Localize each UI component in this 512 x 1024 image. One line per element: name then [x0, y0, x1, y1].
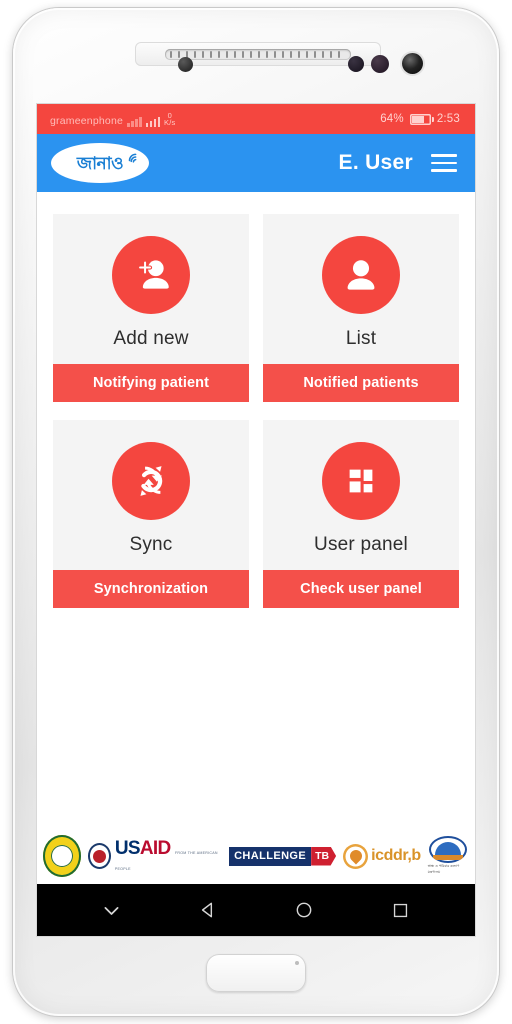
- card-sync-footer[interactable]: Synchronization: [53, 570, 249, 608]
- battery-icon: [410, 114, 435, 125]
- emblem-base-shape: [433, 855, 464, 860]
- status-bar-left: grameenphone 0 K/s: [37, 111, 176, 127]
- data-rate-unit: K/s: [164, 118, 176, 127]
- card-sync-title: Sync: [129, 534, 173, 555]
- physical-home-button[interactable]: [206, 954, 306, 992]
- usaid-word-aid: AID: [139, 837, 171, 859]
- light-sensor: [348, 56, 364, 72]
- earpiece-speaker-grille: [165, 49, 351, 60]
- status-bar: grameenphone 0 K/s 64% 2:53: [37, 104, 475, 134]
- clock-label: 2:53: [436, 113, 460, 125]
- card-list-title: List: [345, 328, 377, 349]
- card-list[interactable]: List Notified patients: [263, 214, 459, 402]
- phone-device-frame: grameenphone 0 K/s 64% 2:53 জানাও E. Use…: [13, 8, 499, 1016]
- android-navigation-bar: [37, 884, 475, 936]
- add-person-icon: [112, 236, 190, 314]
- card-user-panel-body: User panel: [263, 420, 459, 570]
- app-header-bar: জানাও E. User: [37, 134, 475, 192]
- home-circle-icon[interactable]: [283, 889, 325, 931]
- icddrb-mark-icon: [343, 843, 369, 869]
- government-emblem-caption: স্বাস্থ্য ও পরিবার কল্যাণ মন্ত্রণালয়: [427, 864, 460, 874]
- usaid-wordmark: USAID FROM THE AMERICAN PEOPLE: [115, 839, 222, 874]
- card-list-body: List: [263, 214, 459, 364]
- seal-inner-disc: [50, 845, 73, 867]
- card-user-panel[interactable]: User panel Check user panel: [263, 420, 459, 608]
- recents-square-icon[interactable]: [380, 889, 422, 931]
- phone-screen: grameenphone 0 K/s 64% 2:53 জানাও E. Use…: [37, 104, 475, 936]
- challenge-tb-logo: CHALLENGE TB: [229, 846, 337, 866]
- challenge-tb-word-challenge: CHALLENGE: [229, 846, 312, 866]
- back-triangle-icon[interactable]: [187, 889, 229, 931]
- broadcast-wave-icon: [128, 153, 137, 163]
- signal-strength-icon-sim2: [145, 116, 161, 127]
- government-emblem-disc: [429, 836, 468, 863]
- current-user-label: E. User: [338, 151, 413, 174]
- card-user-panel-footer[interactable]: Check user panel: [263, 570, 459, 608]
- government-emblem: স্বাস্থ্য ও পরিবার কল্যাণ মন্ত্রণালয়: [428, 836, 469, 876]
- status-bar-right: 64% 2:53: [380, 113, 475, 125]
- card-add-new-body: Add new: [53, 214, 249, 364]
- carrier-name: grameenphone: [50, 114, 124, 127]
- usaid-word-us: US: [114, 837, 141, 859]
- icddrb-wordmark: icddr,b: [371, 847, 421, 864]
- battery-percent-label: 64%: [380, 113, 404, 125]
- card-add-new-title: Add new: [113, 328, 189, 349]
- icddrb-logo: icddr,b: [343, 843, 421, 869]
- front-camera: [402, 53, 423, 74]
- emblem-dome-shape: [435, 842, 462, 856]
- app-logo-label: জানাও: [76, 153, 124, 173]
- dashboard-grid: Add new Notifying patient List Notified …: [37, 192, 475, 608]
- card-list-footer[interactable]: Notified patients: [263, 364, 459, 402]
- chevron-down-icon[interactable]: [90, 889, 132, 931]
- hamburger-menu-icon[interactable]: [431, 154, 457, 172]
- challenge-tb-word-tb: TB: [311, 846, 337, 866]
- usaid-seal-icon: [87, 843, 111, 869]
- card-sync[interactable]: Sync Synchronization: [53, 420, 249, 608]
- person-icon: [322, 236, 400, 314]
- signal-strength-icon-sim1: [127, 116, 142, 127]
- card-add-new[interactable]: Add new Notifying patient: [53, 214, 249, 402]
- card-sync-body: Sync: [53, 420, 249, 570]
- card-add-new-footer[interactable]: Notifying patient: [53, 364, 249, 402]
- app-header-right: E. User: [339, 151, 457, 175]
- earpiece-housing: [135, 42, 423, 74]
- dashboard-grid-icon: [322, 442, 400, 520]
- proximity-sensor: [178, 57, 193, 72]
- app-logo: জানাও: [51, 143, 149, 183]
- national-tb-programme-seal: [43, 835, 81, 877]
- card-user-panel-title: User panel: [314, 534, 408, 555]
- notification-led: [371, 55, 389, 73]
- phone-top-hardware: [13, 32, 499, 74]
- sync-arrows-icon: [112, 442, 190, 520]
- data-rate-indicator: 0 K/s: [164, 111, 176, 127]
- usaid-logo: USAID FROM THE AMERICAN PEOPLE: [87, 839, 222, 874]
- partner-logo-strip: USAID FROM THE AMERICAN PEOPLE CHALLENGE…: [37, 828, 475, 884]
